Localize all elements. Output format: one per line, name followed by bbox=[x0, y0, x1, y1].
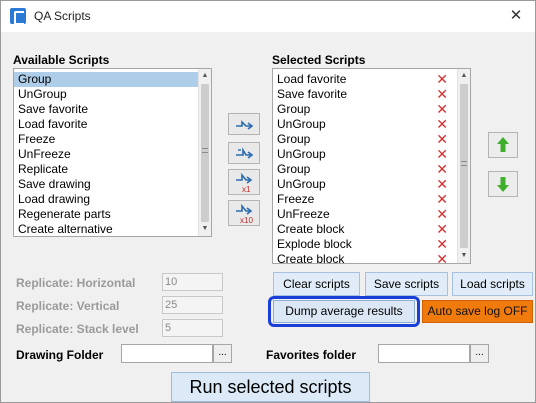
scroll-up-icon[interactable]: ▲ bbox=[199, 70, 211, 82]
selected-script-item[interactable]: Create block ✕ bbox=[273, 222, 470, 237]
add-script-button[interactable] bbox=[228, 113, 260, 135]
replicate-vertical-input[interactable]: 25 bbox=[162, 296, 223, 314]
remove-script-icon[interactable]: ✕ bbox=[436, 177, 448, 191]
available-script-item[interactable]: Group bbox=[14, 72, 211, 87]
available-script-item[interactable]: Load drawing bbox=[14, 192, 211, 207]
remove-script-icon[interactable]: ✕ bbox=[436, 132, 448, 146]
add-x10-icon: x10 bbox=[236, 203, 253, 225]
selected-script-label: Save favorite bbox=[277, 87, 348, 101]
selected-script-item[interactable]: Save favorite ✕ bbox=[273, 87, 470, 102]
selected-script-item[interactable]: Group ✕ bbox=[273, 102, 470, 117]
auto-save-log-toggle[interactable]: Auto save log OFF bbox=[422, 300, 533, 323]
window-title: QA Scripts bbox=[34, 9, 91, 23]
selected-script-item[interactable]: Group ✕ bbox=[273, 162, 470, 177]
scroll-down-icon[interactable]: ▼ bbox=[458, 250, 470, 262]
selected-script-label: Create block bbox=[277, 222, 345, 236]
selected-script-label: UnFreeze bbox=[277, 207, 330, 221]
remove-script-icon[interactable]: ✕ bbox=[436, 87, 448, 101]
remove-script-icon[interactable]: ✕ bbox=[436, 237, 448, 251]
x1-label: x1 bbox=[242, 185, 251, 194]
favorites-folder-input[interactable] bbox=[378, 344, 470, 363]
replicate-horizontal-label: Replicate: Horizontal bbox=[16, 276, 136, 290]
selected-script-label: Load favorite bbox=[277, 72, 347, 86]
remove-script-icon[interactable]: ✕ bbox=[436, 192, 448, 206]
remove-script-icon bbox=[236, 147, 254, 159]
selected-script-item[interactable]: Explode block ✕ bbox=[273, 237, 470, 252]
selected-scripts-label: Selected Scripts bbox=[272, 53, 366, 67]
close-icon[interactable]: ✕ bbox=[505, 6, 527, 26]
dump-average-results-button[interactable]: Dump average results bbox=[273, 300, 415, 323]
available-script-item[interactable]: Save favorite bbox=[14, 102, 211, 117]
available-script-item[interactable]: Create alternative bbox=[14, 222, 211, 236]
drawing-folder-label: Drawing Folder bbox=[16, 348, 104, 362]
selected-script-label: Explode block bbox=[277, 237, 352, 251]
replicate-stack-level-label: Replicate: Stack level bbox=[16, 322, 139, 336]
selected-script-label: Group bbox=[277, 162, 311, 176]
remove-script-icon[interactable]: ✕ bbox=[436, 72, 448, 86]
selected-script-item[interactable]: Group ✕ bbox=[273, 132, 470, 147]
selected-script-label: Group bbox=[277, 132, 311, 146]
selected-script-label: Freeze bbox=[277, 192, 315, 206]
drawing-folder-input[interactable] bbox=[121, 344, 213, 363]
scroll-thumb[interactable] bbox=[460, 84, 468, 248]
available-scripts-list[interactable]: Group UnGroup Save favorite Load favorite Fr… bbox=[13, 68, 212, 237]
selected-script-item[interactable]: UnGroup ✕ bbox=[273, 117, 470, 132]
move-down-button[interactable] bbox=[488, 171, 518, 197]
selected-script-item[interactable]: Create block ✕ bbox=[273, 252, 470, 264]
available-scripts-label: Available Scripts bbox=[13, 53, 110, 67]
add-script-icon bbox=[236, 120, 254, 130]
selected-script-item[interactable]: Load favorite ✕ bbox=[273, 72, 470, 87]
load-scripts-button[interactable]: Load scripts bbox=[452, 272, 533, 296]
selected-script-label: Create block bbox=[277, 252, 345, 264]
selected-script-label: UnGroup bbox=[277, 177, 326, 191]
available-script-item[interactable]: Freeze bbox=[14, 132, 211, 147]
scroll-down-icon[interactable]: ▼ bbox=[199, 223, 211, 235]
remove-script-icon[interactable]: ✕ bbox=[436, 252, 448, 263]
run-selected-scripts-button[interactable]: Run selected scripts bbox=[171, 372, 370, 402]
remove-script-icon[interactable]: ✕ bbox=[436, 147, 448, 161]
arrow-down-icon bbox=[497, 177, 509, 192]
selected-scripts-list[interactable]: Load favorite ✕ Save favorite ✕ Group ✕ UnGrou… bbox=[272, 68, 471, 264]
add-x1-icon: x1 bbox=[236, 172, 253, 194]
selected-scrollbar[interactable]: ▲ ▼ bbox=[457, 69, 470, 263]
x10-label: x10 bbox=[240, 216, 253, 225]
available-script-item[interactable]: Regenerate parts bbox=[14, 207, 211, 222]
app-icon bbox=[10, 8, 26, 25]
remove-script-icon[interactable]: ✕ bbox=[436, 102, 448, 116]
replicate-stack-level-input[interactable]: 5 bbox=[162, 319, 223, 337]
selected-script-item[interactable]: Freeze ✕ bbox=[273, 192, 470, 207]
move-up-button[interactable] bbox=[488, 132, 518, 158]
available-script-item[interactable]: Save drawing bbox=[14, 177, 211, 192]
drawing-folder-browse-button[interactable]: ... bbox=[213, 344, 232, 363]
title-bar: QA Scripts ✕ bbox=[1, 1, 535, 32]
replicate-horizontal-input[interactable]: 10 bbox=[162, 273, 223, 291]
selected-script-label: UnGroup bbox=[277, 117, 326, 131]
replicate-vertical-label: Replicate: Vertical bbox=[16, 299, 120, 313]
scroll-up-icon[interactable]: ▲ bbox=[458, 70, 470, 82]
remove-script-icon[interactable]: ✕ bbox=[436, 162, 448, 176]
qa-scripts-window: QA Scripts ✕ Available Scripts Group UnGr… bbox=[0, 0, 536, 403]
arrow-up-icon bbox=[497, 137, 509, 152]
selected-script-label: UnGroup bbox=[277, 147, 326, 161]
selected-script-item[interactable]: UnGroup ✕ bbox=[273, 177, 470, 192]
available-script-item[interactable]: UnFreeze bbox=[14, 147, 211, 162]
selected-script-label: Group bbox=[277, 102, 311, 116]
available-scrollbar[interactable]: ▲ ▼ bbox=[198, 69, 211, 236]
available-script-item[interactable]: UnGroup bbox=[14, 87, 211, 102]
favorites-folder-browse-button[interactable]: ... bbox=[470, 344, 489, 363]
scroll-thumb[interactable] bbox=[201, 84, 209, 222]
selected-script-item[interactable]: UnGroup ✕ bbox=[273, 147, 470, 162]
save-scripts-button[interactable]: Save scripts bbox=[365, 272, 448, 296]
remove-script-button[interactable] bbox=[228, 142, 260, 164]
remove-script-icon[interactable]: ✕ bbox=[436, 207, 448, 221]
clear-scripts-button[interactable]: Clear scripts bbox=[273, 272, 360, 296]
add-x10-button[interactable]: x10 bbox=[228, 200, 260, 226]
add-x1-button[interactable]: x1 bbox=[228, 169, 260, 195]
selected-script-item[interactable]: UnFreeze ✕ bbox=[273, 207, 470, 222]
available-script-item[interactable]: Load favorite bbox=[14, 117, 211, 132]
available-script-item[interactable]: Replicate bbox=[14, 162, 211, 177]
remove-script-icon[interactable]: ✕ bbox=[436, 222, 448, 236]
remove-script-icon[interactable]: ✕ bbox=[436, 117, 448, 131]
favorites-folder-label: Favorites folder bbox=[266, 348, 357, 362]
